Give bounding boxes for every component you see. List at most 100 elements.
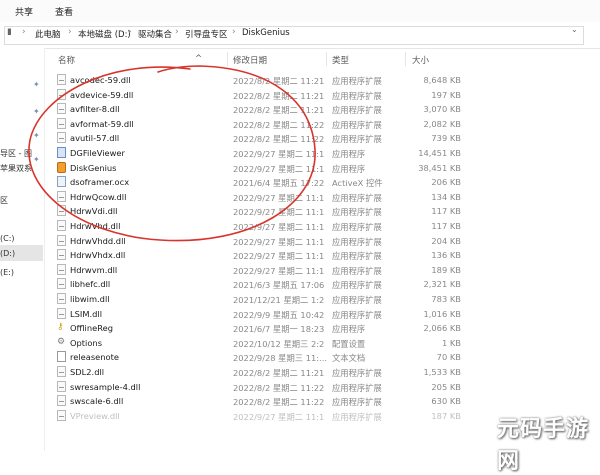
pin-icon: ✦ — [33, 80, 40, 89]
breadcrumb-diskgenius[interactable]: DiskGenius — [242, 28, 290, 38]
file-size: 1 KB — [441, 337, 461, 348]
dll-file-icon — [57, 263, 66, 275]
file-date: 2022/9/27 星期二 11:1 — [233, 265, 325, 276]
file-name: dsoframer.ocx — [70, 177, 130, 188]
ribbon-tab-view[interactable]: 查看 — [55, 5, 73, 18]
file-date: 2021/6/3 星期五 17:06 — [233, 280, 325, 291]
file-row[interactable]: DiskGenius 2022/9/27 星期二 11:1 应用程序 38,451 K… — [55, 161, 575, 176]
file-row[interactable]: dsoframer.ocx 2021/6/4 星期五 17:22 ActiveX 控… — [55, 175, 575, 190]
file-row[interactable]: swresample-4.dll 2022/8/2 星期二 11:22 应用程序扩展… — [55, 380, 575, 395]
sidebar-item-boot-area[interactable]: 导区 - 图 — [0, 148, 32, 159]
file-row[interactable]: avfilter-8.dll 2022/8/2 星期二 11:21 应用程序扩展 3,… — [55, 102, 575, 117]
file-size: 1,016 KB — [423, 308, 461, 319]
file-size: 630 KB — [431, 396, 461, 407]
sidebar-item-drive-c[interactable]: (C:) — [0, 234, 15, 243]
file-row[interactable]: HdrwQcow.dll 2022/9/27 星期二 11:1 应用程序扩展 134 … — [55, 190, 575, 205]
file-size: 14,451 KB — [418, 148, 461, 158]
activex-icon — [57, 176, 66, 188]
file-row[interactable]: SDL2.dll 2022/8/2 星期二 11:21 应用程序扩展 1,533 KB — [55, 365, 575, 380]
file-size: 197 KB — [431, 89, 461, 100]
file-type: 应用程序扩展 — [332, 265, 382, 276]
file-name: avcodec-59.dll — [70, 75, 131, 85]
file-row[interactable]: avutil-57.dll 2022/8/2 星期二 11:22 应用程序扩展 739… — [55, 131, 575, 146]
dll-file-icon — [57, 293, 66, 304]
file-name: swscale-6.dll — [70, 396, 124, 407]
sidebar-item-drive-e[interactable]: (E:) — [0, 268, 14, 277]
file-date: 2022/8/2 星期二 11:22 — [233, 397, 325, 408]
file-date: 2021/6/7 星期一 18:23 — [233, 324, 325, 335]
breadcrumb-this-pc[interactable]: 此电脑 — [35, 28, 61, 40]
diskgenius-icon — [57, 161, 66, 173]
sidebar-item-area[interactable]: 区 — [0, 195, 8, 206]
file-name: releasenote — [70, 352, 119, 363]
chevron-right-icon: › — [175, 27, 179, 37]
file-date: 2022/9/27 星期二 11:1 — [233, 163, 325, 174]
file-size: 136 KB — [431, 250, 461, 261]
file-type: 应用程序扩展 — [332, 105, 382, 116]
file-size: 204 KB — [431, 235, 461, 246]
ribbon-tab-share[interactable]: 共享 — [15, 5, 33, 18]
file-row[interactable]: LSIM.dll 2022/9/9 星期五 10:42 应用程序扩展 1,016 KB — [55, 307, 575, 322]
file-row[interactable]: releasenote 2022/9/28 星期三 11:... 文本文档 70 KB — [55, 350, 575, 365]
column-header-type[interactable]: 类型 — [332, 54, 349, 66]
column-divider[interactable] — [326, 52, 327, 66]
breadcrumb-boot-disk[interactable]: 引导盘专区 — [185, 28, 228, 40]
file-name: Options — [70, 337, 103, 348]
file-row[interactable]: HdrwVdi.dll 2022/9/27 星期二 11:1 应用程序扩展 117 K… — [55, 204, 575, 219]
file-row[interactable]: DGFileViewer 2022/9/27 星期二 11:1 应用程序 14,451… — [55, 146, 575, 161]
file-row[interactable]: HdrwVhdd.dll 2022/9/27 星期二 11:1 应用程序扩展 204 … — [55, 234, 575, 249]
file-row[interactable]: ⚷ OfflineReg 2021/6/7 星期一 18:23 应用程序 2,066 K… — [55, 321, 575, 336]
chevron-right-icon: › — [128, 27, 132, 37]
file-row[interactable]: libwim.dll 2021/12/21 星期二 1:2 应用程序扩展 783 KB — [55, 292, 575, 307]
ribbon: 共享 查看 — [0, 0, 600, 23]
column-header-date[interactable]: 修改日期 — [233, 54, 267, 66]
file-row[interactable]: libhefc.dll 2021/6/3 星期五 17:06 应用程序扩展 2,321… — [55, 277, 575, 292]
file-name: HdrwVhdx.dll — [70, 250, 126, 261]
file-name: SDL2.dll — [70, 367, 105, 377]
sidebar-item-apple-dual[interactable]: 苹果双系 — [0, 163, 32, 174]
file-name: HdrwVhdd.dll — [70, 235, 126, 246]
file-size: 2,066 KB — [423, 323, 461, 334]
column-divider[interactable] — [227, 52, 228, 66]
breadcrumb-drive-d[interactable]: 本地磁盘 (D:) — [78, 28, 131, 40]
file-type: 应用程序扩展 — [332, 192, 382, 203]
registry-key-icon: ⚷ — [57, 322, 64, 333]
chevron-right-icon: › — [232, 27, 236, 37]
file-date: 2022/8/2 星期二 11:22 — [233, 382, 325, 393]
column-divider[interactable] — [405, 52, 406, 66]
file-date: 2022/9/28 星期三 11:... — [233, 353, 327, 364]
file-type: 应用程序 — [332, 149, 366, 159]
file-date: 2022/9/27 星期二 11:1 — [233, 192, 325, 203]
breadcrumb-drivers[interactable]: 驱动集合 — [138, 28, 172, 40]
file-row[interactable]: avdevice-59.dll 2022/8/2 星期二 11:21 应用程序扩展 1… — [55, 88, 575, 103]
dll-file-icon — [57, 409, 66, 421]
file-row[interactable]: ⚙ Options 2022/10/12 星期三 2:2 配置设置 1 KB — [55, 336, 575, 351]
pin-icon: ✦ — [33, 131, 40, 140]
file-name: DGFileViewer — [70, 148, 125, 158]
file-row[interactable]: avcodec-59.dll 2022/8/2 星期二 11:21 应用程序扩展 8,… — [55, 73, 575, 88]
file-name: avutil-57.dll — [70, 133, 120, 144]
column-header-row: ^ 名称 修改日期 类型 大小 — [55, 48, 600, 70]
file-name: DiskGenius — [70, 162, 117, 173]
address-bar: ▮ › 此电脑 › 本地磁盘 (D:) › 驱动集合 › 引导盘专区 › Dis… — [0, 22, 600, 49]
chevron-down-icon[interactable]: ⌄ — [571, 25, 578, 34]
file-name: libhefc.dll — [70, 279, 111, 290]
column-header-name[interactable]: 名称 — [58, 54, 75, 66]
file-row[interactable]: avformat-59.dll 2022/8/2 星期二 11:22 应用程序扩展 2… — [55, 117, 575, 132]
folder-icon: ▮ — [7, 27, 12, 37]
file-size: 2,082 KB — [423, 118, 461, 129]
file-type: 应用程序 — [332, 163, 366, 174]
chevron-right-icon: › — [22, 27, 26, 37]
file-row[interactable]: HdrwVhdx.dll 2022/9/27 星期二 11:1 应用程序扩展 136 … — [55, 248, 575, 263]
sidebar-item-drive-d[interactable]: (D:) — [0, 249, 15, 258]
text-file-icon — [57, 351, 66, 363]
column-header-size[interactable]: 大小 — [412, 54, 429, 66]
file-name: HdrwVdi.dll — [70, 206, 118, 217]
file-date: 2022/9/27 星期二 11:1 — [233, 411, 325, 422]
file-type: ActiveX 控件 — [332, 178, 383, 189]
file-row[interactable]: Hdrwvm.dll 2022/9/27 星期二 11:1 应用程序扩展 189 KB — [55, 263, 575, 278]
file-row[interactable]: HdrwVhd.dll 2022/9/27 星期二 11:1 应用程序扩展 117 K… — [55, 219, 575, 234]
file-type: 应用程序扩展 — [332, 76, 382, 86]
file-row[interactable]: swscale-6.dll 2022/8/2 星期二 11:22 应用程序扩展 630… — [55, 394, 575, 409]
file-date: 2021/12/21 星期二 1:2 — [233, 295, 325, 305]
